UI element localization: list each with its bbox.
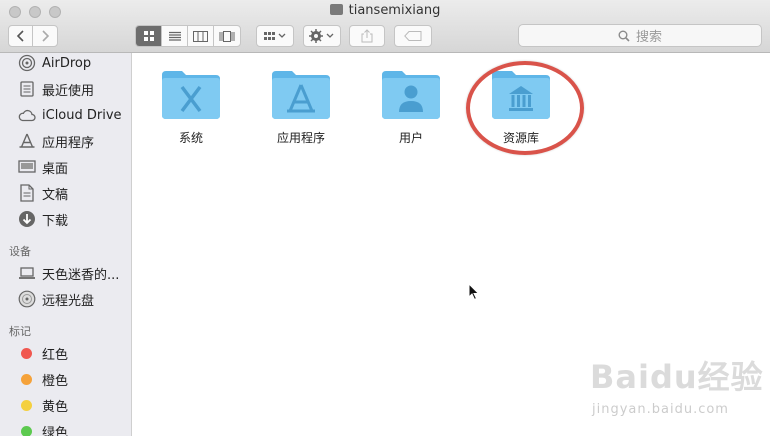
yellow-tag-icon — [21, 399, 32, 411]
back-button[interactable] — [9, 26, 34, 46]
list-view-button[interactable] — [162, 26, 188, 46]
folder-applications[interactable]: 应用程序 — [251, 67, 351, 146]
search-placeholder: 搜索 — [635, 30, 662, 45]
sidebar-item-icloud-drive[interactable]: iCloud Drive — [0, 104, 131, 126]
sidebar-item-computer[interactable]: 天色迷香的... — [0, 262, 131, 284]
sidebar-item-tag-green[interactable]: 绿色 — [0, 420, 131, 436]
documents-icon — [18, 184, 36, 202]
search-icon — [618, 30, 630, 42]
columns-icon — [193, 30, 208, 42]
folder-users[interactable]: 用户 — [361, 67, 461, 146]
sidebar-item-airdrop[interactable]: AirDrop — [0, 53, 131, 74]
red-tag-icon — [21, 347, 32, 359]
sidebar-section-devices: 设备 — [9, 245, 31, 258]
gear-icon — [309, 29, 334, 43]
sidebar-item-tag-red[interactable]: 红色 — [0, 342, 131, 364]
tags-button[interactable] — [394, 25, 432, 47]
sidebar-item-desktop[interactable]: 桌面 — [0, 156, 131, 178]
folder-system[interactable]: 系统 — [141, 67, 241, 146]
chevron-left-icon — [16, 30, 24, 42]
orange-tag-icon — [21, 373, 32, 385]
column-view-button[interactable] — [188, 26, 214, 46]
search-field[interactable]: 搜索 — [518, 24, 762, 47]
list-icon — [168, 31, 181, 41]
applications-folder-icon — [272, 71, 330, 119]
highlight-circle-annotation — [466, 61, 584, 155]
share-icon — [361, 29, 373, 43]
sidebar-item-tag-yellow[interactable]: 黄色 — [0, 394, 131, 416]
window-title: tiansemixiang — [0, 3, 770, 18]
disc-icon — [18, 290, 36, 308]
sidebar-section-tags: 标记 — [9, 325, 31, 338]
desktop-icon — [18, 158, 36, 176]
icon-view-button[interactable] — [136, 26, 162, 46]
grid-icon — [143, 31, 154, 41]
view-mode-control — [135, 25, 241, 47]
baidu-watermark: Baidu经验 jingyan.baidu.com — [590, 358, 764, 417]
sidebar-item-documents[interactable]: 文稿 — [0, 182, 131, 204]
action-button[interactable] — [303, 25, 341, 47]
green-tag-icon — [21, 425, 32, 436]
sidebar: AirDrop 最近使用 iCloud Drive 应用程序 桌面 文稿 下载 … — [0, 53, 132, 436]
mouse-cursor-icon — [468, 283, 480, 301]
cloud-icon — [18, 106, 36, 124]
sidebar-item-recents[interactable]: 最近使用 — [0, 78, 131, 100]
applications-icon — [18, 132, 36, 150]
sidebar-item-tag-orange[interactable]: 橙色 — [0, 368, 131, 390]
airdrop-icon — [18, 54, 36, 72]
arrange-button[interactable] — [256, 25, 294, 47]
system-folder-icon — [162, 71, 220, 119]
cover-flow-icon — [219, 30, 235, 42]
share-button[interactable] — [349, 25, 385, 47]
window-toolbar: tiansemixiang 搜索 — [0, 0, 770, 53]
sidebar-item-downloads[interactable]: 下载 — [0, 208, 131, 230]
arrange-grid-icon — [264, 32, 286, 40]
forward-button[interactable] — [33, 26, 57, 46]
chevron-right-icon — [42, 30, 50, 42]
sidebar-item-remote-disc[interactable]: 远程光盘 — [0, 288, 131, 310]
gallery-view-button[interactable] — [214, 26, 240, 46]
drive-icon — [329, 4, 343, 15]
sidebar-item-applications[interactable]: 应用程序 — [0, 130, 131, 152]
tag-icon — [404, 31, 422, 41]
users-folder-icon — [382, 71, 440, 119]
downloads-icon — [18, 210, 36, 228]
recents-icon — [18, 80, 36, 98]
laptop-icon — [18, 264, 36, 282]
navigation-buttons — [8, 25, 58, 47]
